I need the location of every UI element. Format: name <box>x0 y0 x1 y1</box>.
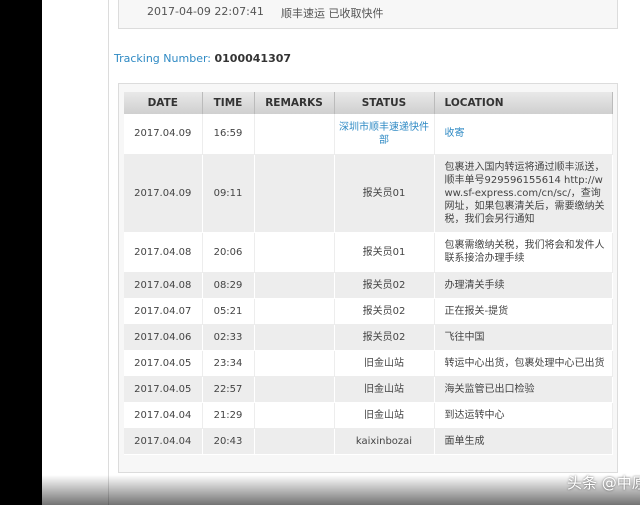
cell-time: 20:43 <box>202 428 255 455</box>
table-row: 2017.04.05 23:34 旧金山站 转运中心出货，包裹处理中心已出货 <box>124 350 613 377</box>
cell-location: 收寄 <box>434 114 613 155</box>
cell-time: 16:59 <box>202 114 255 155</box>
table-row: 2017.04.08 20:06 报关员01 包裹需缴纳关税，我们将会和发件人联系接洽… <box>124 232 613 273</box>
cell-time: 05:21 <box>202 298 255 325</box>
cell-date: 2017.04.04 <box>124 428 203 455</box>
tracking-table: DATE TIME REMARKS STATUS LOCATION 2017.0… <box>124 92 613 455</box>
cell-remarks <box>254 376 335 403</box>
table-row: 2017.04.05 22:57 旧金山站 海关监管已出口检验 <box>124 376 613 403</box>
page-canvas: 2017-04-09 22:07:41 顺丰速运 已收取快件 Tracking … <box>42 0 640 505</box>
tracking-number-label: Tracking Number: <box>114 52 211 65</box>
cell-status: 旧金山站 <box>334 402 435 429</box>
cell-remarks <box>254 324 335 351</box>
table-row: 2017.04.08 08:29 报关员02 办理清关手续 <box>124 272 613 299</box>
cell-remarks <box>254 428 335 455</box>
watermark: 头条 @中原盾 <box>567 474 640 492</box>
cell-status: 旧金山站 <box>334 376 435 403</box>
cell-date: 2017.04.04 <box>124 402 203 429</box>
cell-remarks <box>254 402 335 429</box>
cell-status: 报关员02 <box>334 298 435 325</box>
tracking-table-box: DATE TIME REMARKS STATUS LOCATION 2017.0… <box>118 83 618 473</box>
cell-date: 2017.04.06 <box>124 324 203 351</box>
cell-date: 2017.04.08 <box>124 272 203 299</box>
cell-remarks <box>254 272 335 299</box>
cell-status: 报关员02 <box>334 272 435 299</box>
cell-time: 23:34 <box>202 350 255 377</box>
cell-location: 到达运转中心 <box>434 402 613 429</box>
cell-date: 2017.04.05 <box>124 350 203 377</box>
cell-location: 转运中心出货，包裹处理中心已出货 <box>434 350 613 377</box>
cell-remarks <box>254 232 335 273</box>
cell-date: 2017.04.09 <box>124 114 203 155</box>
column-header-status: STATUS <box>334 92 435 114</box>
cell-date: 2017.04.08 <box>124 232 203 273</box>
cell-status: 报关员01 <box>334 232 435 273</box>
cell-location: 包裹需缴纳关税，我们将会和发件人联系接洽办理手续 <box>434 232 613 273</box>
cell-location: 包裹进入国内转运将通过顺丰派送，顺丰单号929596155614 http://… <box>434 154 613 233</box>
cell-time: 02:33 <box>202 324 255 351</box>
previous-entry-status: 顺丰速运 已收取快件 <box>281 7 384 20</box>
table-row: 2017.04.09 09:11 报关员01 包裹进入国内转运将通过顺丰派送，顺丰单号… <box>124 154 613 233</box>
cell-date: 2017.04.07 <box>124 298 203 325</box>
cell-remarks <box>254 154 335 233</box>
table-row: 2017.04.07 05:21 报关员02 正在报关-提货 <box>124 298 613 325</box>
cell-time: 09:11 <box>202 154 255 233</box>
cell-location: 办理清关手续 <box>434 272 613 299</box>
column-header-time: TIME <box>202 92 255 114</box>
cell-date: 2017.04.09 <box>124 154 203 233</box>
cell-date: 2017.04.05 <box>124 376 203 403</box>
cell-status: 报关员02 <box>334 324 435 351</box>
previous-entry-datetime: 2017-04-09 22:07:41 <box>147 5 264 18</box>
cell-status: 旧金山站 <box>334 350 435 377</box>
cell-status: 报关员01 <box>334 154 435 233</box>
cell-remarks <box>254 114 335 155</box>
cell-time: 08:29 <box>202 272 255 299</box>
cell-time: 20:06 <box>202 232 255 273</box>
cell-time: 21:29 <box>202 402 255 429</box>
table-header-row: DATE TIME REMARKS STATUS LOCATION <box>124 92 613 114</box>
previous-entry-box: 2017-04-09 22:07:41 顺丰速运 已收取快件 <box>118 0 618 29</box>
column-header-remarks: REMARKS <box>254 92 335 114</box>
table-row: 2017.04.04 21:29 旧金山站 到达运转中心 <box>124 402 613 429</box>
cell-location: 飞往中国 <box>434 324 613 351</box>
cell-location: 海关监管已出口检验 <box>434 376 613 403</box>
tracking-number-value: 0100041307 <box>214 52 292 65</box>
column-header-location: LOCATION <box>434 92 613 114</box>
table-row: 2017.04.04 20:43 kaixinbozai 面单生成 <box>124 428 613 455</box>
table-row: 2017.04.09 16:59 深圳市顺丰速递快件部 收寄 <box>124 114 613 155</box>
cell-location: 正在报关-提货 <box>434 298 613 325</box>
tracking-number: Tracking Number: 0100041307 <box>114 52 291 65</box>
cell-location: 面单生成 <box>434 428 613 455</box>
cell-status: kaixinbozai <box>334 428 435 455</box>
table-row: 2017.04.06 02:33 报关员02 飞往中国 <box>124 324 613 351</box>
column-header-date: DATE <box>124 92 203 114</box>
page-border <box>108 0 109 505</box>
cell-remarks <box>254 298 335 325</box>
cell-status: 深圳市顺丰速递快件部 <box>334 114 435 155</box>
cell-remarks <box>254 350 335 377</box>
cell-time: 22:57 <box>202 376 255 403</box>
